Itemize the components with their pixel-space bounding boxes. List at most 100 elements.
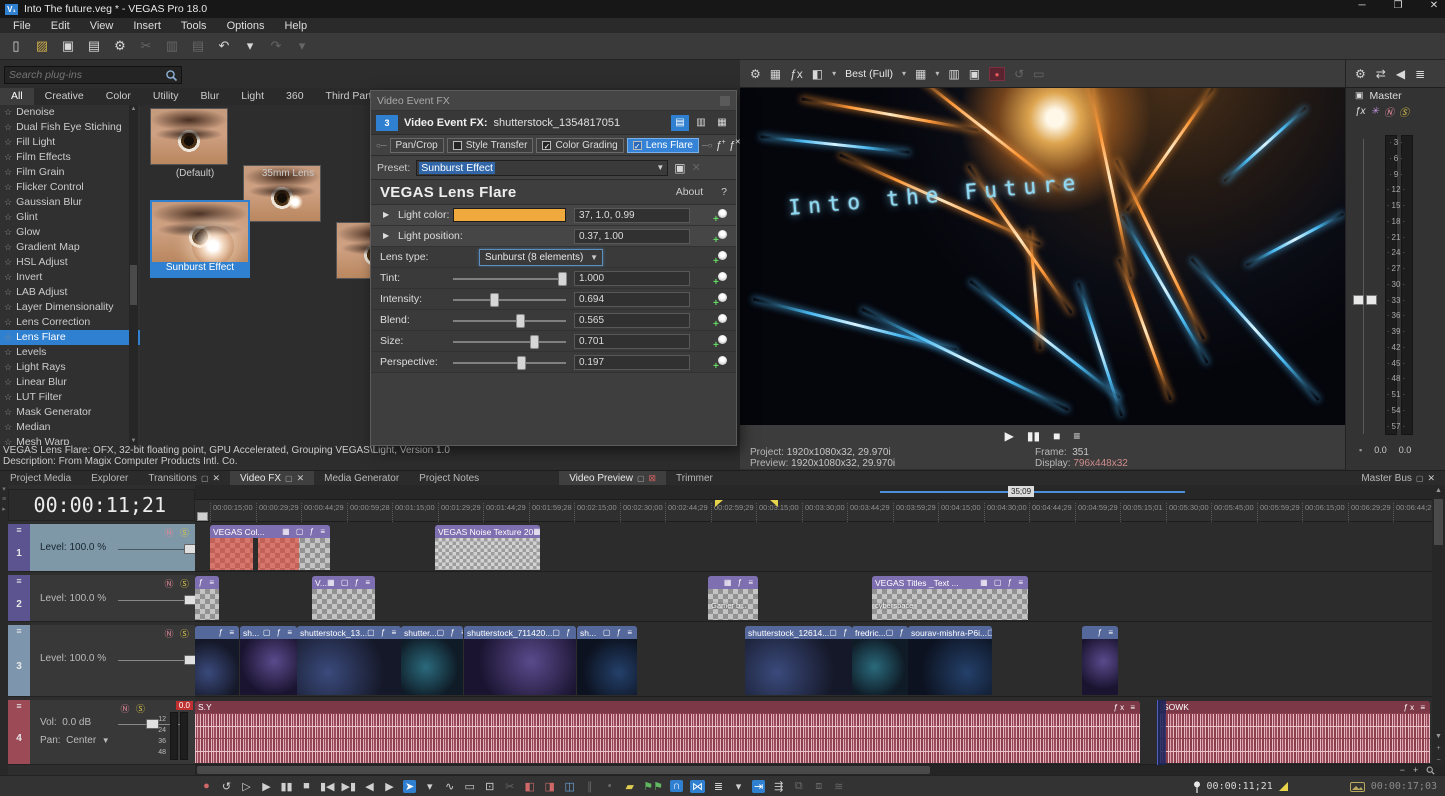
cursor-time[interactable]: 00:00:11;21 xyxy=(1207,781,1273,792)
dock-tab[interactable]: Project Media xyxy=(0,471,81,486)
zoom-out-icon[interactable]: − xyxy=(1400,765,1405,775)
fx-category-tab[interactable]: Utility xyxy=(142,88,190,105)
favorite-star-icon[interactable]: ☆ xyxy=(4,422,12,432)
fx-category-tab[interactable]: Light xyxy=(230,88,275,105)
insert-region-icon[interactable]: ⚑⚑ xyxy=(643,780,663,793)
dock-tab[interactable]: Explorer xyxy=(81,471,138,486)
favorite-star-icon[interactable]: ☆ xyxy=(4,317,12,327)
edit-tool-drop-icon[interactable]: ▾ xyxy=(423,780,436,793)
event-icons[interactable]: ƒx ≡ xyxy=(1404,703,1427,712)
mixer-settings-icon[interactable]: ⚙ xyxy=(1355,67,1366,81)
fx-category-tab[interactable]: Blur xyxy=(190,88,231,105)
group-icon[interactable]: ⧉ xyxy=(792,780,805,793)
timeline-event[interactable]: shutterstock_12614...▢ ƒ ≡ xyxy=(745,626,852,695)
audio-event[interactable]: S.Yƒx ≡ xyxy=(195,701,1140,763)
zoom-in-icon[interactable]: + xyxy=(1413,765,1418,775)
auto-ripple-icon[interactable]: ⇥ xyxy=(752,780,765,793)
shuffle-event-icon[interactable]: ∥ xyxy=(583,780,596,793)
plugin-list-item[interactable]: ☆HSL Adjust xyxy=(0,255,140,270)
animate-keyframe-icon[interactable] xyxy=(714,356,727,369)
favorite-star-icon[interactable]: ☆ xyxy=(4,332,12,342)
copy-snapshot-icon[interactable]: ▥ xyxy=(948,67,959,81)
audio-device-icon[interactable]: ◀ xyxy=(1396,67,1405,81)
slider-handle[interactable] xyxy=(516,314,525,328)
track-solo-icon[interactable]: Ⓢ xyxy=(180,629,191,639)
menu-item[interactable]: Edit xyxy=(42,20,79,32)
new-project-icon[interactable]: ▯ xyxy=(8,38,24,54)
plugin-list-item[interactable]: ☆Linear Blur xyxy=(0,375,140,390)
video-output-fx-icon[interactable]: ƒx xyxy=(790,67,803,81)
event-icons[interactable]: ▢ ƒ ≡ xyxy=(829,628,852,637)
plugin-list-item[interactable]: ☆LAB Adjust xyxy=(0,285,140,300)
event-icons[interactable]: ▦ ▢ ƒ ≡ xyxy=(980,578,1025,587)
event-icons[interactable]: ▢ ƒ ≡ xyxy=(437,628,463,637)
favorite-star-icon[interactable]: ☆ xyxy=(4,257,12,267)
trim-end-icon[interactable]: ◨ xyxy=(543,780,556,793)
plugin-chain-chip[interactable]: ✓Lens Flare xyxy=(627,138,699,153)
favorite-star-icon[interactable]: ☆ xyxy=(4,242,12,252)
plugin-list-item[interactable]: ☆Light Rays xyxy=(0,360,140,375)
track-menu-icon[interactable]: ≡ xyxy=(16,700,21,712)
favorite-star-icon[interactable]: ☆ xyxy=(4,302,12,312)
timeline-event[interactable]: ▦ ƒ ≡ Gamer b... xyxy=(708,576,758,620)
animate-keyframe-icon[interactable] xyxy=(714,335,727,348)
track-header-4[interactable]: ≡4 Ⓝ Ⓢ Vol: 0.0 dB Pan: Center ▼ 0.0 122… xyxy=(8,700,195,765)
event-icons[interactable]: ƒ ≡ xyxy=(219,628,236,637)
lock-event-icon[interactable]: ▪ xyxy=(603,780,616,792)
insert-fx-icon[interactable]: ƒ+ xyxy=(715,139,725,152)
preset-thumbnail[interactable] xyxy=(150,108,228,165)
preset-combobox[interactable]: Sunburst Effect ▼ xyxy=(416,160,668,176)
plugin-list-item[interactable]: ☆Invert xyxy=(0,270,140,285)
track-header-1[interactable]: ≡1 Ⓝ Ⓢ Level: 100.0 % xyxy=(8,524,195,572)
event-icons[interactable]: ▢ ƒ ≡ xyxy=(552,628,576,637)
favorite-star-icon[interactable]: ☆ xyxy=(4,212,12,222)
plugin-list-item[interactable]: ☆Film Effects xyxy=(0,150,140,165)
redo-icon[interactable]: ↷ xyxy=(268,38,284,54)
dock-tab[interactable]: Video Preview▢⊠ xyxy=(559,471,666,486)
track-row-4[interactable]: S.Yƒx ≡ SOWKƒx ≡ xyxy=(195,700,1432,765)
timeline-event[interactable]: sh...▢ ƒ ≡ xyxy=(577,626,637,695)
normal-edit-tool-icon[interactable]: ➤ xyxy=(403,780,416,793)
loop-playback-icon[interactable]: ↺ xyxy=(220,780,233,793)
event-icons[interactable]: ƒx ≡ xyxy=(1114,703,1137,712)
track-mute-icon[interactable]: Ⓝ xyxy=(164,629,175,639)
parameter-value[interactable]: 0.37, 1.00 xyxy=(574,229,690,244)
sync-cursor-icon[interactable]: ↺ xyxy=(1014,67,1024,81)
expander-icon[interactable]: ▶ xyxy=(383,231,389,240)
parameter-value[interactable]: 37, 1.0, 0.99 xyxy=(574,208,690,223)
favorite-star-icon[interactable]: ☆ xyxy=(4,287,12,297)
split-event-icon[interactable]: ✂ xyxy=(503,780,516,793)
animate-keyframe-icon[interactable] xyxy=(714,314,727,327)
go-to-start-icon[interactable]: ▮◀ xyxy=(320,780,335,793)
track-row-1[interactable]: VEGAS Col...▦ ▢ ƒ ≡ VEGAS Noise Texture … xyxy=(195,524,1432,572)
timeline-event[interactable]: shutter...▢ ƒ ≡ xyxy=(401,626,463,695)
preview-quality-select[interactable]: Best (Full) xyxy=(845,68,893,80)
track-mute-icon[interactable]: Ⓝ xyxy=(164,579,175,589)
float-icon[interactable]: ▢ xyxy=(201,474,209,483)
favorite-star-icon[interactable]: ☆ xyxy=(4,377,12,387)
track-volume-value[interactable]: 0.0 dB xyxy=(62,717,91,728)
save-snapshot-icon[interactable]: ▣ xyxy=(969,67,980,81)
undo-drop-icon[interactable]: ▾ xyxy=(242,38,258,54)
timeline-event[interactable]: shutterstock_711420...▢ ƒ ≡ xyxy=(464,626,576,695)
slider-handle[interactable] xyxy=(490,293,499,307)
track-row-2[interactable]: ƒ ≡ V...▦ ▢ ƒ ≡ ▦ ƒ ≡ Gamer b... xyxy=(195,575,1432,622)
fx-category-tab[interactable]: 360 xyxy=(275,88,315,105)
pause-icon[interactable]: ▮▮ xyxy=(280,780,293,793)
menu-item[interactable]: Options xyxy=(218,20,274,32)
record-icon[interactable]: ● xyxy=(200,780,213,792)
play-icon[interactable]: ▶ xyxy=(260,780,273,793)
lens-type-dropdown[interactable]: Sunburst (8 elements)▼ xyxy=(479,249,603,266)
loop-region-icon[interactable]: ● xyxy=(989,67,1005,81)
close-icon[interactable]: ✕ xyxy=(213,473,221,484)
track-solo-icon[interactable]: Ⓢ xyxy=(180,528,191,538)
paste-icon[interactable]: ▤ xyxy=(190,38,206,54)
parameter-value[interactable]: 1.000 xyxy=(574,271,690,286)
dock-tab[interactable]: Project Notes xyxy=(409,471,489,486)
audio-event[interactable]: SOWKƒx ≡ xyxy=(1160,701,1430,763)
timeline-event[interactable]: V...▦ ▢ ƒ ≡ xyxy=(312,576,375,620)
animate-keyframe-icon[interactable] xyxy=(714,230,727,243)
animate-keyframe-icon[interactable] xyxy=(714,251,727,264)
plugin-list-item[interactable]: ☆Gradient Map xyxy=(0,240,140,255)
animate-keyframe-icon[interactable] xyxy=(714,209,727,222)
